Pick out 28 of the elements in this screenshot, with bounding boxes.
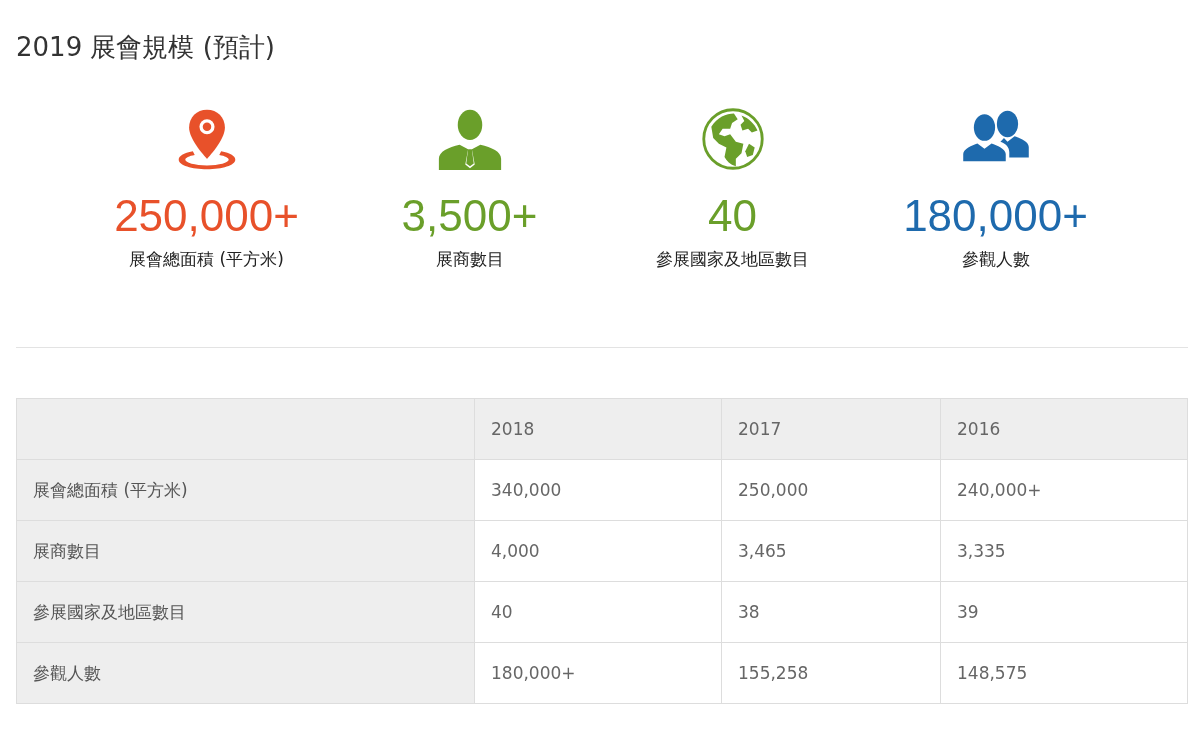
table-cell: 39 <box>940 581 1188 643</box>
row-header: 展會總面積 (平方米) <box>16 459 475 521</box>
table-cell: 38 <box>721 581 941 643</box>
table-cell: 3,465 <box>721 520 941 582</box>
row-header: 展商數目 <box>16 520 475 582</box>
table-cell: 4,000 <box>474 520 722 582</box>
column-header: 2016 <box>940 398 1188 460</box>
table-cell: 155,258 <box>721 642 941 704</box>
stat-value: 3,500+ <box>401 190 538 242</box>
table-cell: 40 <box>474 581 722 643</box>
table-cell: 240,000+ <box>940 459 1188 521</box>
column-header: 2018 <box>474 398 722 460</box>
section-heading: 2019 展會規模 (預計) <box>16 31 276 64</box>
table-cell: 180,000+ <box>474 642 722 704</box>
table-cell: 148,575 <box>940 642 1188 704</box>
table-cell: 250,000 <box>721 459 941 521</box>
stat-label: 展商數目 <box>435 248 504 271</box>
stat-value: 180,000+ <box>903 190 1088 242</box>
table-cell: 3,335 <box>940 520 1188 582</box>
stat-label: 參展國家及地區數目 <box>656 248 809 271</box>
stat-value: 250,000+ <box>114 190 299 242</box>
stat-label: 展會總面積 (平方米) <box>129 248 284 271</box>
stat-value: 40 <box>708 190 757 242</box>
stat-label: 參觀人數 <box>961 248 1030 271</box>
table-cell: 340,000 <box>474 459 722 521</box>
row-header: 參展國家及地區數目 <box>16 581 475 643</box>
row-header: 參觀人數 <box>16 642 475 704</box>
column-header: 2017 <box>721 398 941 460</box>
